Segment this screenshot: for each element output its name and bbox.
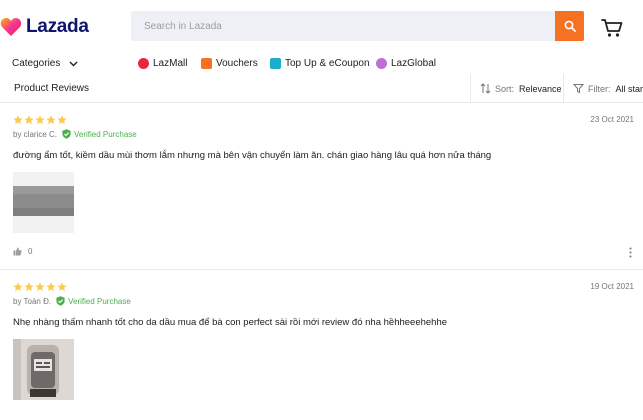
nav-item-label: LazGlobal (391, 58, 437, 69)
search-box[interactable] (131, 11, 555, 41)
star-icon (57, 115, 67, 125)
chevron-down-icon (69, 61, 78, 66)
star-icon (13, 115, 23, 125)
star-icon (57, 282, 67, 292)
sort-label: Sort: (495, 83, 515, 94)
star-icon (35, 282, 45, 292)
topup-icon (270, 58, 281, 69)
review-author-line: by clarice C. Verified Purchase (13, 129, 137, 139)
verified-badge: Verified Purchase (62, 129, 137, 139)
logo-text: Lazada (26, 16, 89, 37)
review-item: 19 Oct 2021 by Toàn Đ. Verified Purchase… (0, 271, 643, 420)
nav-item-lazglobal[interactable]: LazGlobal (376, 58, 436, 69)
top-header: Lazada (0, 0, 643, 52)
review-photo[interactable] (13, 339, 74, 400)
filter-label: Filter: (588, 83, 611, 94)
star-icon (35, 115, 45, 125)
star-icon (24, 282, 34, 292)
review-date: 23 Oct 2021 (590, 115, 634, 124)
lazmall-icon (138, 58, 149, 69)
nav-item-label: LazMall (153, 58, 188, 69)
verified-shield-icon (56, 296, 65, 306)
star-icon (46, 115, 56, 125)
reviews-title: Product Reviews (14, 83, 90, 94)
review-item: 23 Oct 2021 by clarice C. Verified Purch… (0, 104, 643, 270)
review-author-line: by Toàn Đ. Verified Purchase (13, 296, 131, 306)
lazglobal-icon (376, 58, 387, 69)
reviews-header: Product Reviews Sort: Relevance Filter: … (0, 74, 643, 103)
star-icon (13, 282, 23, 292)
more-options-icon[interactable] (629, 247, 632, 258)
nav-item-lazmall[interactable]: LazMall (138, 58, 187, 69)
filter-value: All star (615, 83, 643, 94)
review-text: Nhẹ nhàng thấm nhanh tốt cho da dầu mua … (13, 317, 448, 328)
nav-item-vouchers[interactable]: Vouchers (201, 58, 258, 69)
nav-item-topup[interactable]: Top Up & eCoupon (270, 58, 370, 69)
nav-item-label: Vouchers (216, 58, 258, 69)
star-rating (13, 282, 68, 292)
filter-icon (573, 84, 584, 94)
review-photo[interactable] (13, 172, 74, 233)
search-icon (564, 20, 576, 32)
like-count: 0 (28, 247, 33, 256)
categories-dropdown[interactable]: Categories (12, 58, 78, 69)
thumbs-up-icon (13, 247, 22, 256)
star-icon (46, 282, 56, 292)
cart-icon[interactable] (601, 18, 623, 38)
star-rating (13, 115, 68, 125)
like-button[interactable]: 0 (13, 247, 32, 256)
star-icon (24, 115, 34, 125)
review-author: by Toàn Đ. (13, 296, 52, 306)
category-nav: Categories LazMall Vouchers Top Up & eCo… (0, 52, 643, 74)
verified-label: Verified Purchase (74, 129, 137, 139)
lazada-heart-icon (0, 18, 22, 36)
review-photo-image (13, 172, 74, 233)
filter-dropdown[interactable]: Filter: All star (563, 74, 643, 103)
nav-item-label: Top Up & eCoupon (285, 58, 370, 69)
categories-label: Categories (12, 58, 61, 69)
review-text: đường ẩm tốt, kiềm dầu mùi thơm lắm nhưn… (13, 150, 492, 161)
search-input[interactable] (131, 11, 555, 41)
lazada-logo[interactable]: Lazada (0, 16, 89, 38)
review-date: 19 Oct 2021 (590, 282, 634, 291)
sort-value: Relevance (519, 83, 562, 94)
review-photo-image (13, 339, 74, 400)
verified-shield-icon (62, 129, 71, 139)
verified-label: Verified Purchase (68, 296, 131, 306)
review-author: by clarice C. (13, 129, 58, 139)
search-button[interactable] (555, 11, 584, 41)
sort-icon (480, 83, 491, 94)
voucher-icon (201, 58, 212, 69)
verified-badge: Verified Purchase (56, 296, 131, 306)
sort-dropdown[interactable]: Sort: Relevance (470, 74, 562, 103)
